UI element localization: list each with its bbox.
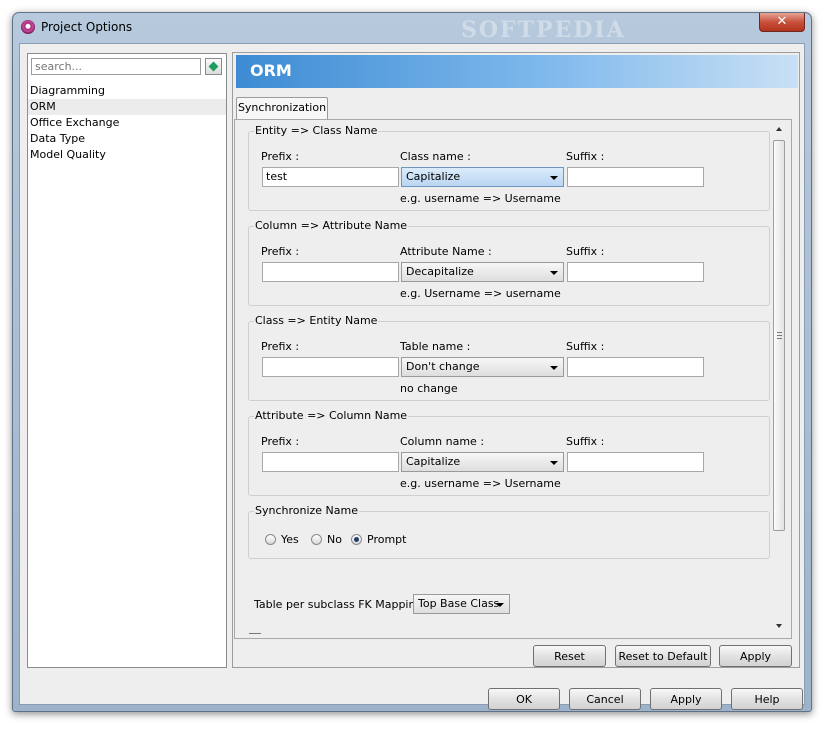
prefix-label: Prefix : (261, 435, 300, 448)
column-name-label: Column name : (400, 435, 485, 448)
column-to-attribute-group: Column => Attribute Name Prefix : Attrib… (248, 219, 770, 306)
ok-button[interactable]: OK (488, 688, 560, 710)
dropdown-arrow-icon (496, 603, 504, 607)
attribute-name-select-value: Decapitalize (406, 265, 474, 278)
vertical-scrollbar[interactable] (772, 122, 787, 636)
radio-label: Yes (281, 533, 299, 546)
dropdown-arrow-icon (550, 271, 558, 275)
table-prefix-field[interactable] (262, 357, 399, 377)
tree-item-orm[interactable]: ORM (28, 99, 226, 115)
column-name-select-value: Capitalize (406, 455, 461, 468)
group-title: Attribute => Column Name (254, 409, 409, 422)
radio-label: Prompt (367, 533, 407, 546)
attribute-to-column-group: Attribute => Column Name Prefix : Column… (248, 409, 770, 496)
class-name-select[interactable]: Capitalize (401, 167, 564, 187)
truncated-separator (249, 633, 261, 634)
suffix-label: Suffix : (566, 150, 605, 163)
close-icon: ✕ (776, 14, 788, 29)
fk-mapping-select[interactable]: Top Base Class (413, 594, 510, 614)
radio-button[interactable] (351, 534, 362, 545)
title-bar[interactable]: Project Options SOFTPEDIA ✕ (13, 13, 811, 43)
radio-label: No (327, 533, 342, 546)
dropdown-arrow-icon (550, 176, 558, 180)
attribute-suffix-field[interactable] (567, 262, 704, 282)
prefix-label: Prefix : (261, 340, 300, 353)
radio-yes[interactable]: Yes (265, 533, 299, 546)
tab-synchronization[interactable]: Synchronization (236, 97, 328, 119)
dropdown-arrow-icon (550, 366, 558, 370)
grip-icon (777, 332, 782, 339)
radio-no[interactable]: No (311, 533, 342, 546)
attribute-name-select[interactable]: Decapitalize (401, 262, 564, 282)
entity-to-class-group: Entity => Class Name Prefix : Class name… (248, 124, 770, 211)
panel-apply-button[interactable]: Apply (719, 645, 792, 667)
tree-item-office-exchange[interactable]: Office Exchange (28, 115, 226, 131)
class-prefix-field[interactable]: test (262, 167, 399, 187)
fk-mapping-select-value: Top Base Class (418, 597, 500, 610)
radio-button[interactable] (311, 534, 322, 545)
close-button[interactable]: ✕ (759, 13, 805, 32)
synchronization-tab-panel: Entity => Class Name Prefix : Class name… (234, 119, 792, 639)
prefix-label: Prefix : (261, 245, 300, 258)
attribute-name-label: Attribute Name : (400, 245, 492, 258)
app-icon (21, 20, 35, 34)
class-name-label: Class name : (400, 150, 471, 163)
synchronize-name-group: Synchronize Name Yes No Prompt (248, 504, 770, 559)
dialog-body: Diagramming ORM Office Exchange Data Typ… (19, 43, 805, 710)
section-title: ORM (250, 61, 292, 80)
attribute-name-example: e.g. Username => username (400, 287, 561, 300)
search-input[interactable] (31, 58, 201, 75)
column-suffix-field[interactable] (567, 452, 704, 472)
filter-icon (208, 61, 219, 72)
table-name-select-value: Don't change (406, 360, 480, 373)
softpedia-watermark: SOFTPEDIA (461, 17, 626, 43)
column-name-select[interactable]: Capitalize (401, 452, 564, 472)
options-category-panel: Diagramming ORM Office Exchange Data Typ… (27, 53, 227, 668)
suffix-label: Suffix : (566, 340, 605, 353)
table-suffix-field[interactable] (567, 357, 704, 377)
fk-mapping-label: Table per subclass FK Mapping : (254, 598, 430, 611)
reset-button[interactable]: Reset (533, 645, 606, 667)
cancel-button[interactable]: Cancel (569, 688, 641, 710)
project-options-window: Project Options SOFTPEDIA ✕ Diagramming … (12, 12, 812, 712)
category-tree: Diagramming ORM Office Exchange Data Typ… (28, 83, 226, 163)
scroll-down-arrow-icon[interactable] (776, 624, 782, 628)
group-title: Entity => Class Name (254, 124, 379, 137)
group-title: Synchronize Name (254, 504, 360, 517)
suffix-label: Suffix : (566, 245, 605, 258)
tree-item-diagramming[interactable]: Diagramming (28, 83, 226, 99)
column-prefix-field[interactable] (262, 452, 399, 472)
column-name-example: e.g. username => Username (400, 477, 561, 490)
table-name-select[interactable]: Don't change (401, 357, 564, 377)
tree-item-model-quality[interactable]: Model Quality (28, 147, 226, 163)
orm-options-panel: ORM Synchronization Entity => Class Name… (232, 52, 800, 668)
dialog-apply-button[interactable]: Apply (650, 688, 722, 710)
class-name-example: e.g. username => Username (400, 192, 561, 205)
tree-item-data-type[interactable]: Data Type (28, 131, 226, 147)
scrollbar-thumb[interactable] (773, 140, 785, 531)
window-title: Project Options (41, 20, 133, 34)
help-button[interactable]: Help (731, 688, 803, 710)
suffix-label: Suffix : (566, 435, 605, 448)
group-title: Class => Entity Name (254, 314, 379, 327)
class-to-entity-group: Class => Entity Name Prefix : Table name… (248, 314, 770, 401)
radio-button[interactable] (265, 534, 276, 545)
table-name-example: no change (400, 382, 458, 395)
reset-to-default-button[interactable]: Reset to Default (615, 645, 711, 667)
dropdown-arrow-icon (550, 461, 558, 465)
class-name-select-value: Capitalize (406, 170, 461, 183)
group-title: Column => Attribute Name (254, 219, 409, 232)
scroll-up-arrow-icon[interactable] (776, 127, 782, 131)
prefix-label: Prefix : (261, 150, 300, 163)
section-header: ORM (236, 55, 798, 88)
attribute-prefix-field[interactable] (262, 262, 399, 282)
radio-prompt[interactable]: Prompt (351, 533, 406, 546)
search-button[interactable] (205, 58, 222, 75)
table-name-label: Table name : (400, 340, 471, 353)
class-suffix-field[interactable] (567, 167, 704, 187)
